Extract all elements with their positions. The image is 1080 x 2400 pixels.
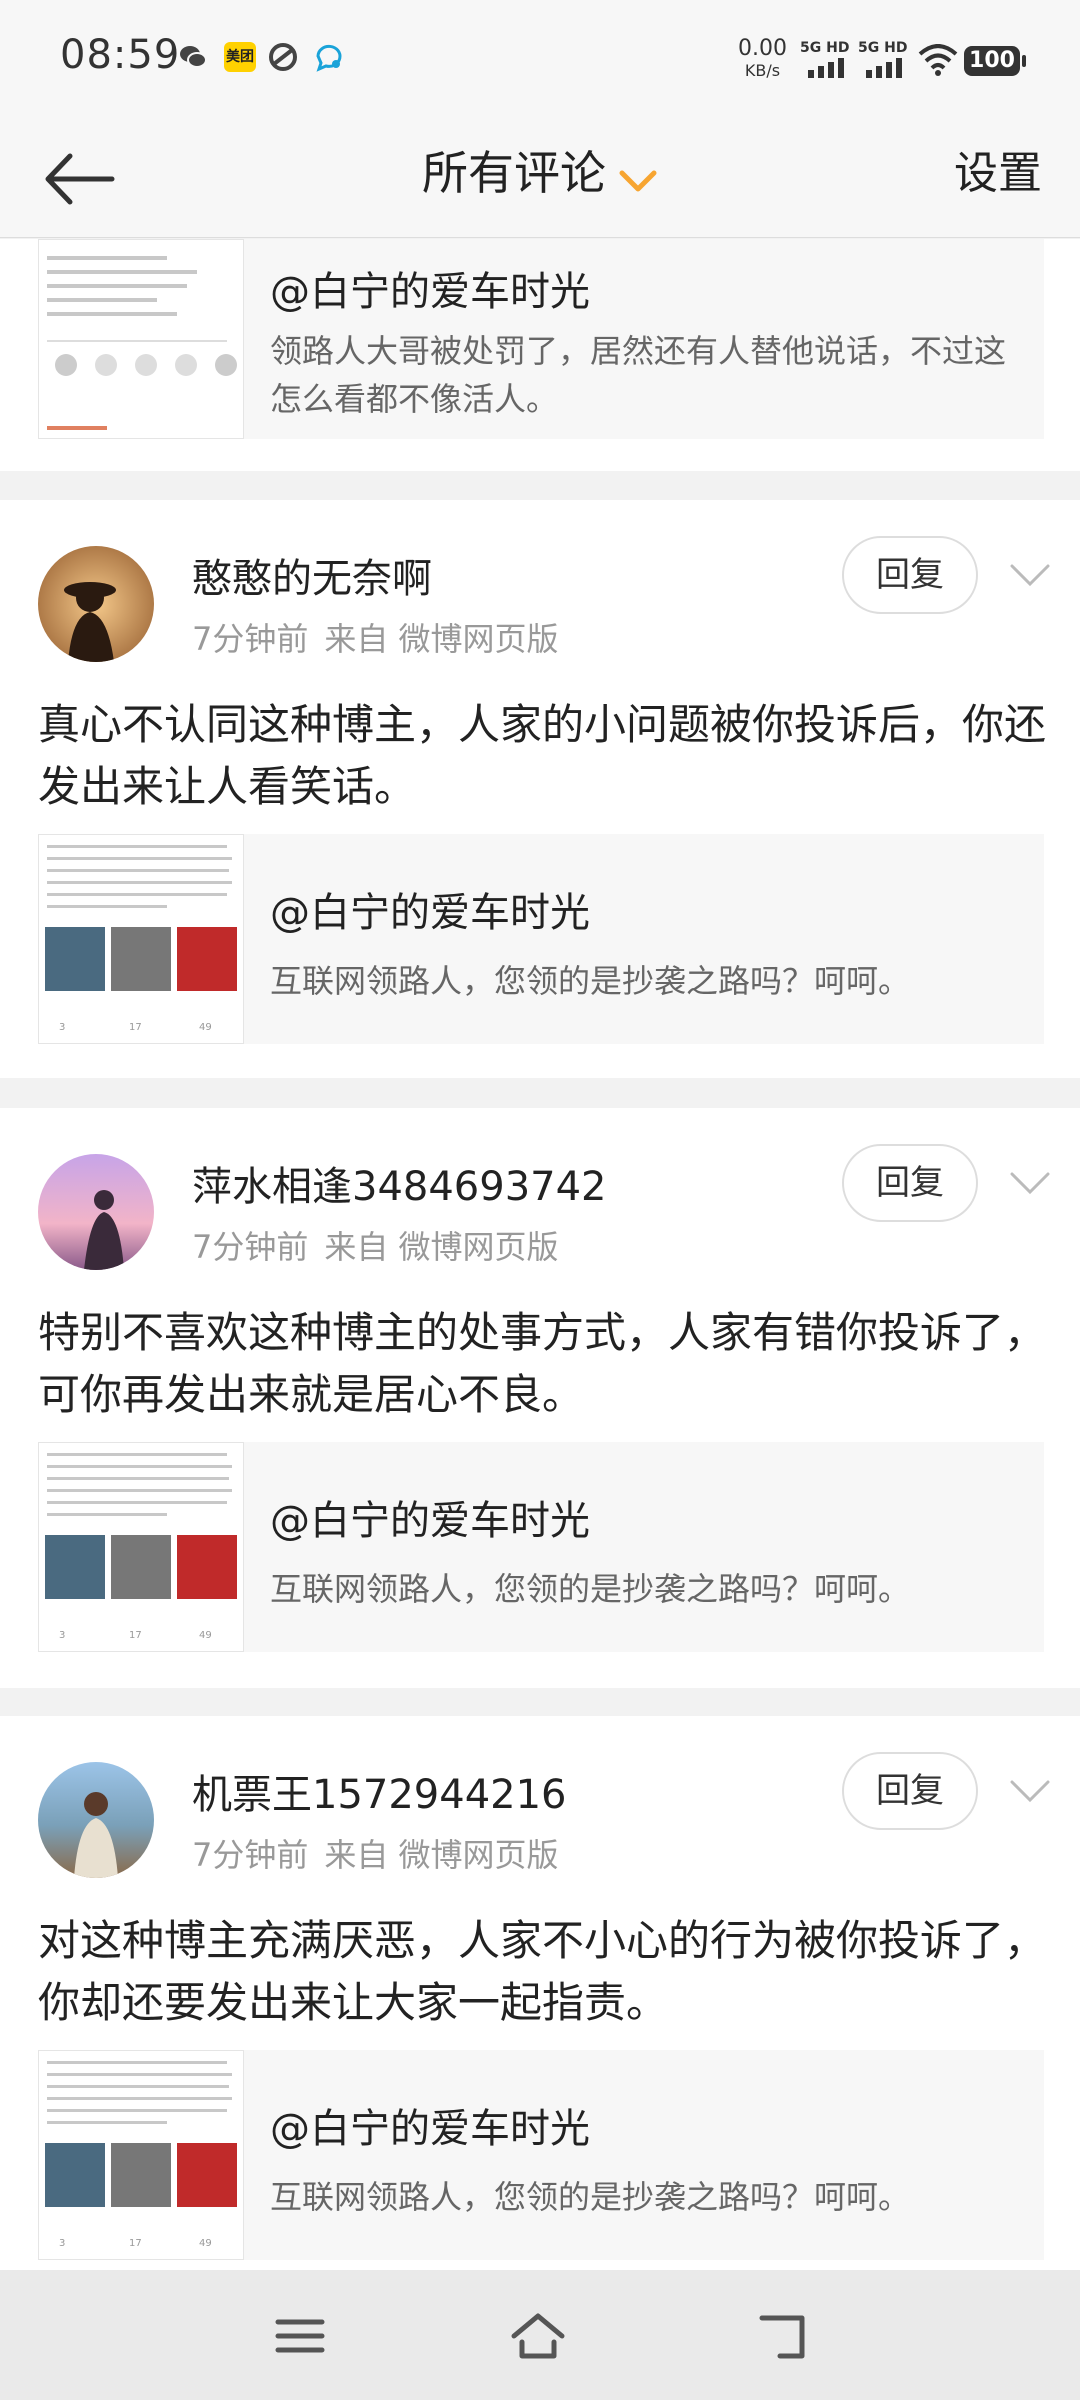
- quoted-post[interactable]: 3 17 49 @白宁的爱车时光 互联网领路人，您领的是抄袭之路吗？呵呵。: [38, 834, 1044, 1044]
- signal-icon: 5G HD: [796, 40, 852, 80]
- comment-card-partial: @白宁的爱车时光 领路人大哥被处罚了，居然还有人替他说话，不过这怎么看都不像活人…: [0, 239, 1080, 471]
- comment-card: 萍水相逢3484693742 7分钟前 来自 微博网页版 回复 特别不喜欢这种博…: [0, 1108, 1080, 1688]
- wifi-icon: [918, 44, 958, 76]
- comment-text: 对这种博主充满厌恶，人家不小心的行为被你投诉了，你却还要发出来让大家一起指责。: [38, 1916, 1047, 2027]
- comment-time: 7分钟前: [192, 1836, 309, 1874]
- home-icon[interactable]: [508, 2306, 568, 2366]
- app-icon: [269, 43, 297, 71]
- comment-meta: 7分钟前 来自 微博网页版: [192, 1830, 559, 1876]
- comment-text: 特别不喜欢这种博主的处事方式，人家有错你投诉了，可你再发出来就是居心不良。: [38, 1308, 1047, 1419]
- quoted-text: 互联网领路人，您领的是抄袭之路吗？呵呵。: [270, 1570, 911, 1608]
- wechat-icon: [180, 46, 207, 68]
- quoted-post-thumbnail: 3 17 49: [38, 1442, 244, 1652]
- reply-button[interactable]: 回复: [842, 1752, 978, 1830]
- quoted-post-thumbnail: 3 17 49: [38, 2050, 244, 2260]
- quoted-text: 领路人大哥被处罚了，居然还有人替他说话，不过这怎么看都不像活人。: [270, 332, 1007, 418]
- avatar[interactable]: [38, 1154, 154, 1270]
- comment-meta: 7分钟前 来自 微博网页版: [192, 614, 559, 660]
- comment-source: 来自 微博网页版: [324, 1228, 559, 1266]
- reply-button[interactable]: 回复: [842, 1144, 978, 1222]
- quoted-text: 互联网领路人，您领的是抄袭之路吗？呵呵。: [270, 962, 911, 1000]
- title-wrap: 所有评论: [0, 118, 1080, 239]
- comment-meta: 7分钟前 来自 微博网页版: [192, 1222, 559, 1268]
- quoted-post[interactable]: 3 17 49 @白宁的爱车时光 互联网领路人，您领的是抄袭之路吗？呵呵。: [38, 2050, 1044, 2260]
- rating-faces: [55, 354, 237, 376]
- chevron-down-icon[interactable]: [1008, 1168, 1052, 1198]
- comment-time: 7分钟前: [192, 1228, 309, 1266]
- quoted-post-thumbnail: 3 17 49: [38, 834, 244, 1044]
- header: 所有评论 设置: [0, 118, 1080, 238]
- comment-card: 机票王1572944216 7分钟前 来自 微博网页版 回复 对这种博主充满厌恶…: [0, 1716, 1080, 2270]
- settings-button[interactable]: 设置: [954, 142, 1042, 206]
- username[interactable]: 机票王1572944216: [192, 1762, 567, 1820]
- comment-card: 憨憨的无奈啊 7分钟前 来自 微博网页版 回复 真心不认同这种博主，人家的小问题…: [0, 500, 1080, 1078]
- chevron-down-icon[interactable]: [1008, 560, 1052, 590]
- avatar[interactable]: [38, 1762, 154, 1878]
- page-title[interactable]: 所有评论: [422, 146, 606, 200]
- quoted-post-thumbnail: [38, 239, 244, 439]
- quoted-author: @白宁的爱车时光: [270, 1498, 590, 1544]
- quoted-post[interactable]: @白宁的爱车时光 领路人大哥被处罚了，居然还有人替他说话，不过这怎么看都不像活人…: [38, 239, 1044, 439]
- navigation-bar: [0, 2270, 1080, 2400]
- comment-text: 真心不认同这种博主，人家的小问题被你投诉后，你还发出来让人看笑话。: [38, 700, 1047, 811]
- signal-icon: 5G HD: [854, 40, 910, 80]
- quoted-author: @白宁的爱车时光: [270, 2106, 590, 2152]
- status-time: 08:59: [60, 32, 181, 78]
- chat-icon: [316, 44, 342, 72]
- comment-time: 7分钟前: [192, 620, 309, 658]
- quoted-author: @白宁的爱车时光: [270, 890, 590, 936]
- comment-source: 来自 微博网页版: [324, 1836, 559, 1874]
- meituan-icon: 美团: [224, 42, 256, 72]
- back-icon[interactable]: [752, 2306, 812, 2366]
- quoted-post[interactable]: 3 17 49 @白宁的爱车时光 互联网领路人，您领的是抄袭之路吗？呵呵。: [38, 1442, 1044, 1652]
- chevron-down-icon[interactable]: [1008, 1776, 1052, 1806]
- avatar[interactable]: [38, 546, 154, 662]
- quoted-text: 互联网领路人，您领的是抄袭之路吗？呵呵。: [270, 2178, 911, 2216]
- username[interactable]: 憨憨的无奈啊: [192, 546, 432, 604]
- reply-button[interactable]: 回复: [842, 536, 978, 614]
- quoted-author: @白宁的爱车时光: [270, 269, 590, 315]
- chevron-down-icon[interactable]: [618, 169, 658, 193]
- back-arrow-icon[interactable]: [40, 144, 120, 214]
- battery-icon: 100: [964, 46, 1026, 76]
- network-speed: 0.00 KB/s: [738, 36, 787, 81]
- status-bar: 08:59 美团 0.00 KB/s 5G HD 5G HD 100: [0, 0, 1080, 118]
- menu-icon[interactable]: [270, 2306, 330, 2366]
- comment-source: 来自 微博网页版: [324, 620, 559, 658]
- username[interactable]: 萍水相逢3484693742: [192, 1154, 607, 1212]
